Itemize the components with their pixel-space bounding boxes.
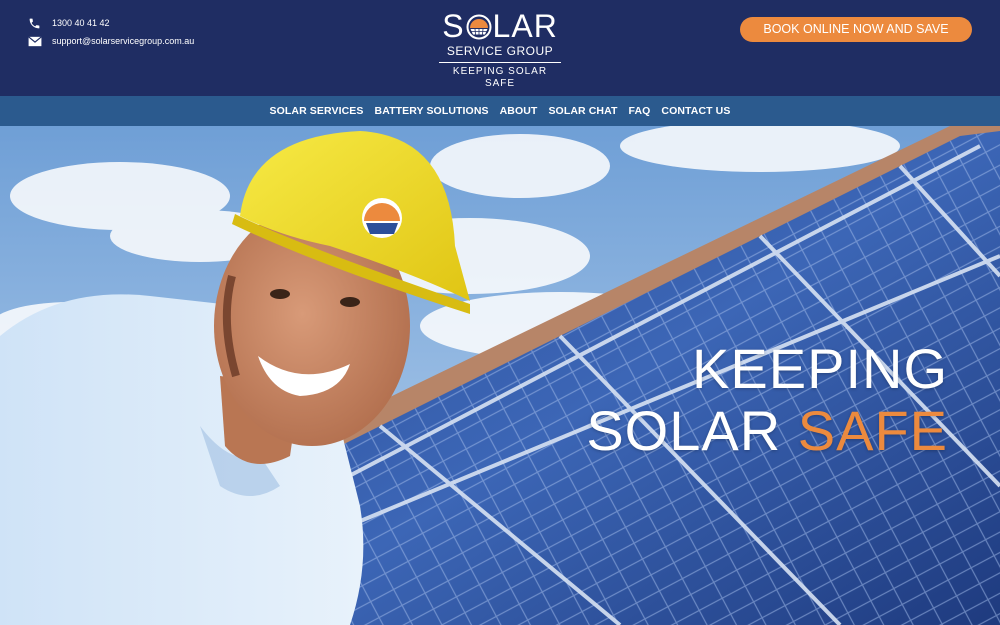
phone-icon xyxy=(28,17,46,30)
hero-banner: KEEPING SOLAR SAFE xyxy=(0,126,1000,625)
logo-tagline: KEEPING SOLAR SAFE xyxy=(452,66,548,89)
nav-faq[interactable]: FAQ xyxy=(629,105,651,117)
book-online-button[interactable]: BOOK ONLINE NOW AND SAVE xyxy=(740,17,972,42)
logo-sun-icon xyxy=(466,13,492,40)
site-header: 1300 40 41 42 support@solarservicegroup.… xyxy=(0,0,1000,96)
nav-solar-chat[interactable]: SOLAR CHAT xyxy=(548,105,617,117)
page: 1300 40 41 42 support@solarservicegroup.… xyxy=(0,0,1000,625)
headline-solar: SOLAR xyxy=(586,399,798,462)
main-nav: SOLAR SERVICES BATTERY SOLUTIONS ABOUT S… xyxy=(0,96,1000,126)
envelope-icon xyxy=(28,35,46,47)
logo-divider xyxy=(439,62,561,63)
email-link[interactable]: support@solarservicegroup.com.au xyxy=(28,32,194,50)
phone-number[interactable]: 1300 40 41 42 xyxy=(52,18,110,28)
headline-line-2: SOLAR SAFE xyxy=(586,400,948,462)
site-logo[interactable]: S LAR SERVICE GROUP KEEPING SOLAR SAFE xyxy=(437,10,563,90)
man-right-eye xyxy=(340,297,360,307)
nav-battery-solutions[interactable]: BATTERY SOLUTIONS xyxy=(375,105,489,117)
phone-link[interactable]: 1300 40 41 42 xyxy=(28,14,194,32)
helmet-logo-icon xyxy=(362,198,402,238)
logo-wordmark: S LAR xyxy=(437,10,563,42)
headline-line-1: KEEPING xyxy=(692,337,948,400)
email-address[interactable]: support@solarservicegroup.com.au xyxy=(52,36,194,46)
hero-headline: KEEPING SOLAR SAFE xyxy=(586,338,948,462)
logo-letters-lar: LAR xyxy=(492,8,558,44)
nav-about[interactable]: ABOUT xyxy=(500,105,538,117)
logo-letter-s: S xyxy=(442,8,465,44)
nav-solar-services[interactable]: SOLAR SERVICES xyxy=(270,105,364,117)
contact-info: 1300 40 41 42 support@solarservicegroup.… xyxy=(28,14,194,50)
nav-contact-us[interactable]: CONTACT US xyxy=(661,105,730,117)
logo-subtitle: SERVICE GROUP xyxy=(446,44,554,58)
man-left-eye xyxy=(270,289,290,299)
headline-safe: SAFE xyxy=(797,399,948,462)
